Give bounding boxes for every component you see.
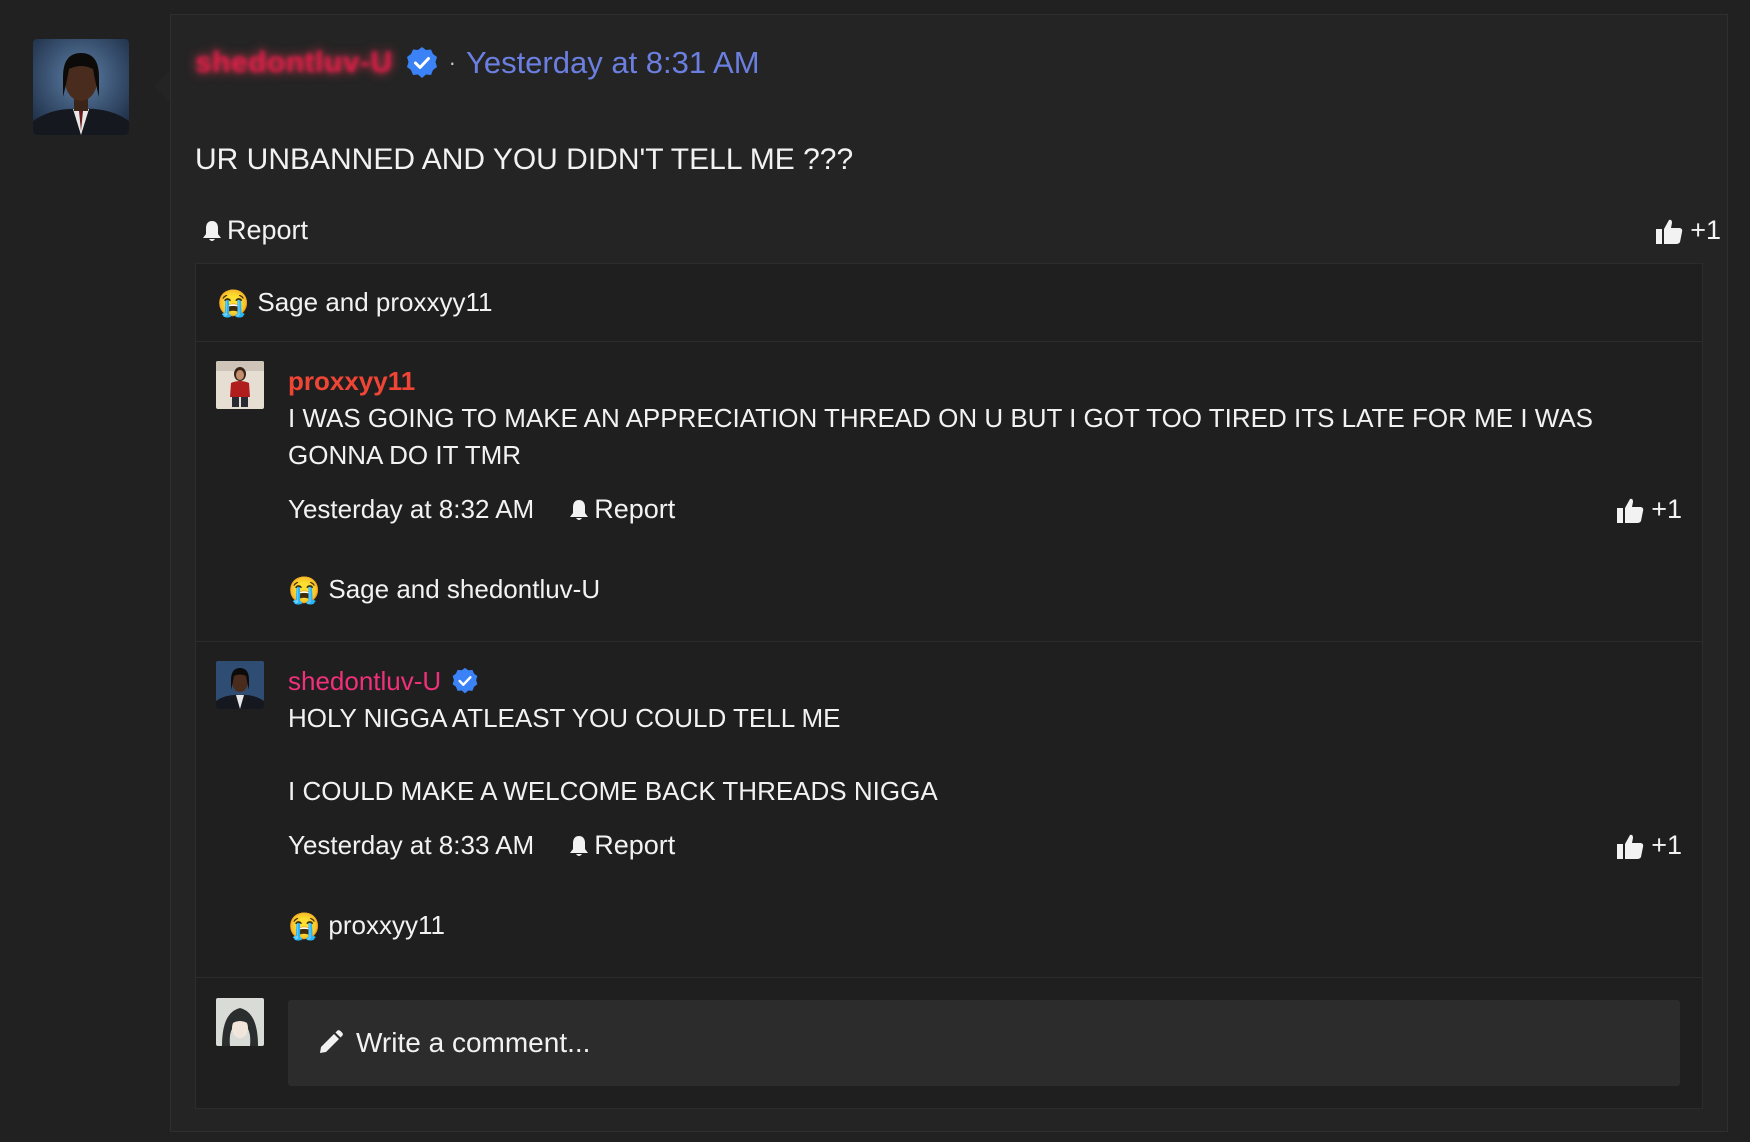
write-comment-input[interactable]: Write a comment... <box>288 1000 1680 1086</box>
comment-text: I WAS GOING TO MAKE AN APPRECIATION THRE… <box>288 403 1594 470</box>
comment-footer: Yesterday at 8:32 AM Report +1 <box>288 494 1682 525</box>
comment-item: proxxyy11 I WAS GOING TO MAKE AN APPRECI… <box>196 342 1702 642</box>
comment-timestamp[interactable]: Yesterday at 8:33 AM <box>288 830 534 861</box>
comment-text-line-1: HOLY NIGGA ATLEAST YOU COULD TELL ME <box>288 703 841 733</box>
thumbs-up-icon <box>1617 834 1644 859</box>
comment-report-button[interactable]: Report <box>568 830 675 861</box>
op-avatar[interactable] <box>33 39 129 135</box>
comment-reactions-text: Sage and shedontluv-U <box>328 574 601 604</box>
bell-icon <box>570 835 589 856</box>
report-label: Report <box>594 494 676 524</box>
post-author-name[interactable]: shedontluv-U <box>195 46 393 80</box>
crying-laughing-emoji-icon: 😭 <box>288 910 321 941</box>
comment-composer: Write a comment... <box>196 978 1702 1108</box>
verified-badge-icon <box>405 46 439 80</box>
comment-like-button[interactable]: +1 <box>1615 830 1682 861</box>
like-count: +1 <box>1651 830 1682 860</box>
post-timestamp[interactable]: Yesterday at 8:31 AM <box>466 45 760 81</box>
crying-laughing-emoji-icon: 😭 <box>288 574 321 605</box>
post-reactions[interactable]: 😭 Sage and proxxyy11 <box>196 264 1702 342</box>
comment-author-row: shedontluv-U <box>288 664 1678 698</box>
post-like-button[interactable]: +1 <box>1654 215 1721 246</box>
comment-footer: Yesterday at 8:33 AM Report +1 <box>288 830 1682 861</box>
like-count: +1 <box>1651 494 1682 524</box>
pencil-icon <box>320 1030 343 1053</box>
report-label: Report <box>227 215 309 245</box>
comment-item: shedontluv-U HOLY NIGGA ATLEAST YOU COUL… <box>196 642 1702 978</box>
comment-report-button[interactable]: Report <box>568 494 675 525</box>
comment-reactions[interactable]: 😭 proxxyy11 <box>288 910 445 941</box>
thumbs-up-icon <box>1617 498 1644 523</box>
comment-reactions[interactable]: 😭 Sage and shedontluv-U <box>288 574 600 605</box>
like-count: +1 <box>1690 215 1721 245</box>
verified-badge-icon <box>451 667 479 695</box>
write-comment-placeholder: Write a comment... <box>356 1027 591 1058</box>
comment-avatar-proxxyy11[interactable] <box>216 361 264 409</box>
report-label: Report <box>594 830 676 860</box>
post-body-text: UR UNBANNED AND YOU DIDN'T TELL ME ??? <box>195 143 854 176</box>
post-header: shedontluv-U · Yesterday at 8:31 AM <box>195 43 760 83</box>
bell-icon <box>203 220 221 241</box>
comment-author-name[interactable]: proxxyy11 <box>288 364 1678 398</box>
thumbs-up-icon <box>1656 219 1683 244</box>
comment-body: shedontluv-U HOLY NIGGA ATLEAST YOU COUL… <box>288 664 1678 810</box>
comment-body: proxxyy11 I WAS GOING TO MAKE AN APPRECI… <box>288 364 1678 474</box>
card-pointer <box>154 70 170 102</box>
post-card: shedontluv-U · Yesterday at 8:31 AM UR U… <box>170 14 1728 1132</box>
current-user-avatar[interactable] <box>216 998 264 1046</box>
comment-timestamp[interactable]: Yesterday at 8:32 AM <box>288 494 534 525</box>
comment-reactions-text: proxxyy11 <box>328 910 445 940</box>
crying-laughing-emoji-icon: 😭 <box>217 287 250 318</box>
page: shedontluv-U · Yesterday at 8:31 AM UR U… <box>0 0 1750 1142</box>
post-report-button[interactable]: Report <box>201 215 308 246</box>
comment-like-button[interactable]: +1 <box>1615 494 1682 525</box>
comment-author-name[interactable]: shedontluv-U <box>288 666 441 697</box>
separator-dot: · <box>448 50 456 75</box>
post-reactions-text: Sage and proxxyy11 <box>257 287 493 317</box>
comment-text-line-2: I COULD MAKE A WELCOME BACK THREADS NIGG… <box>288 776 938 806</box>
bell-icon <box>570 499 589 520</box>
comments-section: 😭 Sage and proxxyy11 proxxyy11 I WAS GOI… <box>195 263 1703 1109</box>
comment-avatar-shedontluv-u[interactable] <box>216 661 264 709</box>
